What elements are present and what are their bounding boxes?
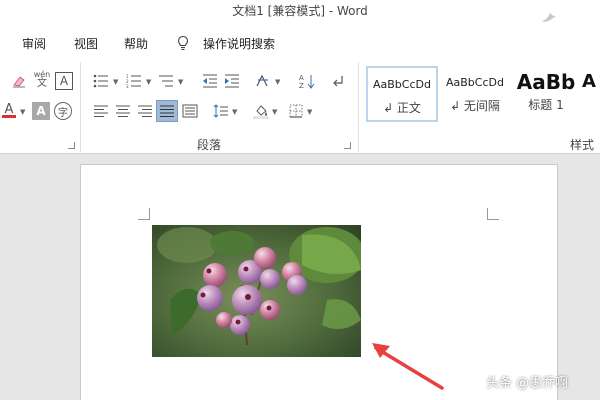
chinese-layout-dropdown-icon[interactable]: ▼: [275, 78, 280, 86]
style-no-spacing[interactable]: AaBbCcDd ↲ 无间隔: [440, 66, 510, 122]
paragraph-group-label: 段落: [197, 138, 222, 152]
styles-group-label: 样式: [570, 138, 595, 152]
style-heading-1-sample: AaBb: [516, 70, 576, 94]
align-left-icon[interactable]: [92, 102, 110, 120]
window-title: 文档1 [兼容模式] - Word: [232, 4, 368, 18]
distributed-align-icon[interactable]: [181, 102, 199, 120]
borders-icon[interactable]: [287, 102, 305, 120]
style-no-spacing-sample: AaBbCcDd: [446, 76, 504, 89]
font-dialog-launcher-icon[interactable]: [68, 142, 75, 149]
multilevel-list-icon[interactable]: [157, 72, 175, 90]
line-spacing-dropdown-icon[interactable]: ▼: [232, 108, 237, 116]
align-center-icon[interactable]: [114, 102, 132, 120]
tab-review[interactable]: 审阅: [22, 35, 46, 52]
style-normal[interactable]: AaBbCcDd ↲ 正文: [366, 66, 438, 122]
watermark: 头条 @愚乔啊: [486, 368, 568, 394]
svg-text:Z: Z: [299, 82, 304, 89]
font-color-icon[interactable]: A: [0, 102, 18, 120]
margin-corner-top-right: [487, 208, 499, 220]
numbering-icon[interactable]: 123: [125, 72, 143, 90]
font-color-letter: A: [4, 102, 14, 117]
style-heading-2[interactable]: A: [582, 66, 600, 122]
style-normal-name: ↲ 正文: [383, 101, 421, 115]
shading-icon[interactable]: [252, 102, 270, 120]
clear-formatting-icon[interactable]: [10, 72, 28, 90]
tab-help[interactable]: 帮助: [124, 35, 148, 52]
shading-dropdown-icon[interactable]: ▼: [272, 108, 277, 116]
ribbon-separator: [358, 62, 359, 152]
bullets-dropdown-icon[interactable]: ▼: [113, 78, 118, 86]
phonetic-guide-icon[interactable]: wén 文: [32, 70, 52, 89]
decrease-indent-icon[interactable]: [201, 72, 219, 90]
style-heading-1[interactable]: AaBb 标题 1: [514, 66, 578, 122]
svg-text:A: A: [299, 74, 304, 82]
style-no-spacing-name: ↲ 无间隔: [450, 99, 500, 113]
style-heading-1-name: 标题 1: [528, 98, 564, 112]
blueberry-photo[interactable]: [152, 225, 361, 357]
paragraph-dialog-launcher-icon[interactable]: [344, 142, 351, 149]
tell-me-search[interactable]: 操作说明搜索: [203, 35, 275, 52]
enclose-characters-icon[interactable]: 字: [54, 102, 72, 120]
font-color-dropdown-icon[interactable]: ▼: [20, 108, 25, 116]
tab-view[interactable]: 视图: [74, 35, 98, 52]
numbering-dropdown-icon[interactable]: ▼: [146, 78, 151, 86]
sort-icon[interactable]: AZ: [298, 72, 316, 90]
title-bar: 文档1 [兼容模式] - Word: [0, 0, 600, 26]
bird-icon: [542, 12, 556, 22]
line-spacing-icon[interactable]: [212, 102, 230, 120]
red-arrow-annotation: [372, 343, 444, 390]
style-heading-2-sample: A: [582, 71, 596, 92]
show-paragraph-marks-icon[interactable]: [330, 72, 348, 90]
style-normal-sample: AaBbCcDd: [373, 78, 431, 91]
increase-indent-icon[interactable]: [223, 72, 241, 90]
phonetic-bottom-text: 文: [37, 78, 47, 89]
svg-text:3: 3: [126, 84, 129, 88]
multilevel-dropdown-icon[interactable]: ▼: [178, 78, 183, 86]
justify-icon[interactable]: [156, 100, 178, 122]
margin-corner-top-left: [138, 208, 150, 220]
align-right-icon[interactable]: [136, 102, 154, 120]
bullets-icon[interactable]: [92, 72, 110, 90]
chinese-layout-icon[interactable]: [254, 72, 272, 90]
lightbulb-icon[interactable]: [176, 35, 190, 51]
character-shading-icon[interactable]: A: [32, 102, 50, 120]
font-color-swatch: [2, 115, 16, 118]
borders-dropdown-icon[interactable]: ▼: [307, 108, 312, 116]
watermark-text: 头条 @愚乔啊: [486, 375, 569, 391]
character-border-icon[interactable]: A: [55, 72, 73, 90]
ribbon-separator: [80, 62, 81, 152]
